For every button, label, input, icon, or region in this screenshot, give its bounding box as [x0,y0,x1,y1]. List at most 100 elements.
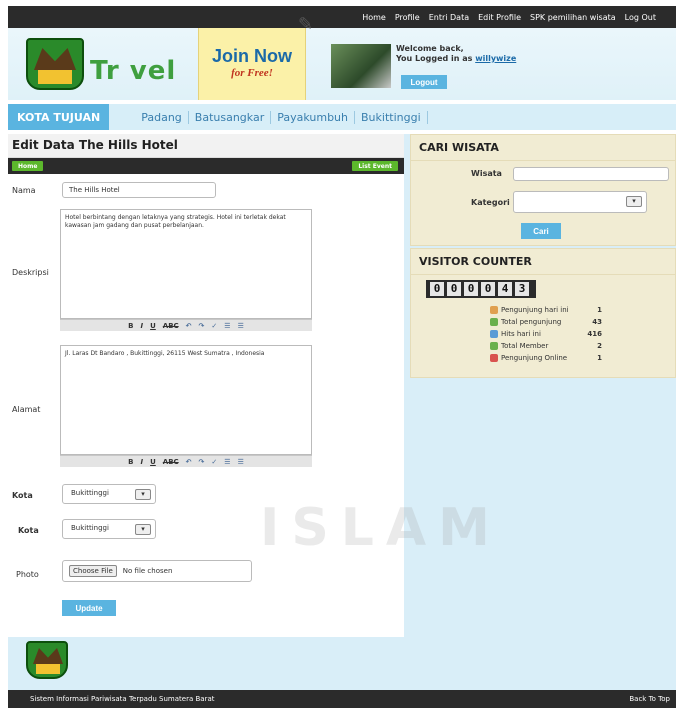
logo-badge-icon [26,38,84,90]
alamat-textarea[interactable]: Jl. Laras Dt Bandaro , Bukittinggi, 2611… [60,345,312,455]
underline-icon[interactable]: U [150,458,156,466]
welcome-line2: You Logged in as willywize [396,54,516,64]
kota-label-1: Kota [12,491,33,500]
home-button[interactable]: Home [12,161,44,171]
stat-value: 416 [587,330,602,338]
no-file-text: No file chosen [122,567,173,575]
stat-value: 43 [592,318,602,326]
undo-icon[interactable]: ↶ [186,322,192,330]
search-panel: CARI WISATA Wisata Kategori ▾ Cari [410,134,676,246]
kota-tujuan-label: KOTA TUJUAN [8,104,110,130]
list-event-button[interactable]: List Event [352,161,398,171]
undo-icon[interactable]: ↶ [186,458,192,466]
logout-button[interactable]: Logout [401,75,447,89]
italic-icon[interactable]: I [140,458,143,466]
nav-spk[interactable]: SPK pemilihan wisata [530,13,616,22]
hits-icon [490,330,498,338]
visitor-counter-display: 0 0 0 0 4 3 [426,280,536,298]
kota-select-2-value: Bukittinggi [71,524,109,532]
choose-file-button[interactable]: Choose File [69,565,117,577]
footer-logo-icon [26,641,68,679]
for-free-text: for Free! [231,67,273,79]
chevron-down-icon[interactable]: ▾ [626,196,642,207]
city-batusangkar[interactable]: Batusangkar [189,110,272,124]
nav-entri-data[interactable]: Entri Data [429,13,469,22]
counter-digit: 0 [464,282,478,296]
visitor-panel-title: VISITOR COUNTER [411,249,675,275]
logo-text: Tr vel [90,56,177,86]
nav-home[interactable]: Home [362,13,386,22]
photo-label: Photo [16,570,39,579]
kota-select-2[interactable]: Bukittinggi ▾ [62,519,156,539]
nav-edit-profile[interactable]: Edit Profile [478,13,521,22]
redo-icon[interactable]: ↷ [199,322,205,330]
pencil-icon: ✎ [298,14,314,35]
chevron-down-icon[interactable]: ▾ [135,524,151,535]
roof-shape [34,48,76,70]
site-header: Tr vel Join Now for Free! ✎ Welcome back… [8,14,676,100]
stat-value: 2 [597,342,602,350]
strike-icon[interactable]: ABC [163,322,179,330]
nama-label: Nama [12,186,36,195]
footer-logo-base [36,664,60,674]
clean-icon[interactable]: ✓ [211,458,217,466]
city-bukittinggi[interactable]: Bukittinggi [355,110,428,124]
nav-profile[interactable]: Profile [395,13,420,22]
underline-icon[interactable]: U [150,322,156,330]
photo-file-input[interactable]: Choose File No file chosen [62,560,252,582]
footer-strip [8,637,676,691]
stat-label: Total pengunjung [501,318,562,326]
counter-digit: 0 [447,282,461,296]
bullet-list-icon[interactable]: ☰ [224,458,230,466]
counter-digit: 4 [498,282,512,296]
wisata-label: Wisata [471,169,502,178]
join-now-text: Join Now [212,46,292,66]
clean-icon[interactable]: ✓ [211,322,217,330]
wisata-input[interactable] [513,167,669,181]
bold-icon[interactable]: B [128,322,133,330]
username-link[interactable]: willywize [475,54,516,63]
sidebar: CARI WISATA Wisata Kategori ▾ Cari VISIT… [404,134,676,639]
logged-in-as: You Logged in as [396,54,473,63]
online-icon [490,354,498,362]
bullet-list-icon[interactable]: ☰ [224,322,230,330]
city-padang[interactable]: Padang [141,110,189,124]
kota-label-2: Kota [18,526,39,535]
welcome-message: Welcome back, You Logged in as willywize [396,44,516,64]
nama-field[interactable]: The Hills Hotel [62,182,216,198]
stat-label: Total Member [501,342,549,350]
stat-label: Hits hari ini [501,330,541,338]
stat-row: Total Member 2 [490,340,602,352]
alamat-label: Alamat [12,405,41,414]
redo-icon[interactable]: ↷ [199,458,205,466]
update-button[interactable]: Update [62,600,116,616]
kota-select-1[interactable]: Bukittinggi ▾ [62,484,156,504]
form-action-bar: Home List Event [8,158,404,174]
stat-label: Pengunjung hari ini [501,306,569,314]
bold-icon[interactable]: B [128,458,133,466]
number-list-icon[interactable]: ☰ [238,322,244,330]
cari-button[interactable]: Cari [521,223,561,239]
stat-label: Pengunjung Online [501,354,568,362]
deskripsi-textarea[interactable]: Hotel berbintang dengan letaknya yang st… [60,209,312,319]
strike-icon[interactable]: ABC [163,458,179,466]
logo-base [38,70,72,84]
visitor-stats: Pengunjung hari ini 1 Total pengunjung 4… [490,304,602,364]
welcome-line1: Welcome back, [396,44,464,53]
user-icon [490,306,498,314]
back-to-top-link[interactable]: Back To Top [629,695,670,703]
kategori-label: Kategori [471,198,510,207]
nav-logout[interactable]: Log Out [625,13,656,22]
join-now-banner[interactable]: Join Now for Free! [198,28,306,100]
footer-logo-roof [33,648,63,664]
number-list-icon[interactable]: ☰ [238,458,244,466]
kategori-select[interactable]: ▾ [513,191,647,213]
city-payakumbuh[interactable]: Payakumbuh [271,110,355,124]
city-nav: KOTA TUJUAN Padang Batusangkar Payakumbu… [8,104,676,130]
stat-value: 1 [597,354,602,362]
counter-digit: 3 [515,282,529,296]
chevron-down-icon[interactable]: ▾ [135,489,151,500]
stat-row: Pengunjung hari ini 1 [490,304,602,316]
italic-icon[interactable]: I [140,322,143,330]
member-icon [490,342,498,350]
